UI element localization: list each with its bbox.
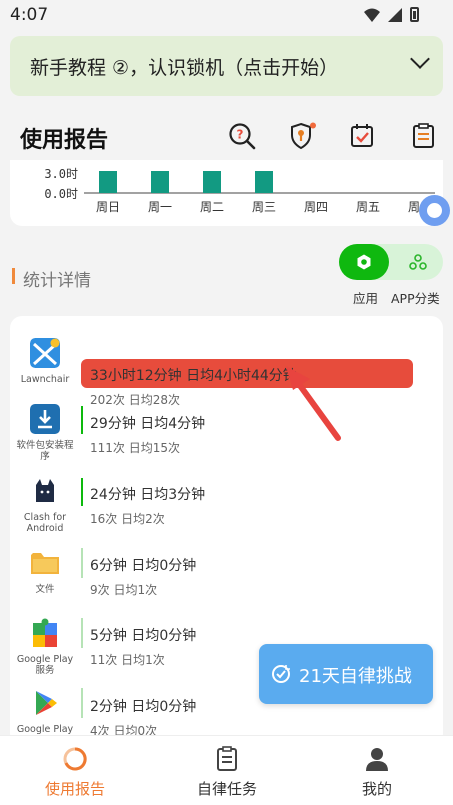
chart-bar xyxy=(151,171,169,193)
challenge-button[interactable]: 21天自律挑战 xyxy=(259,644,433,704)
app-name: Clash for Android xyxy=(23,512,67,534)
weekly-usage-chart: 3.0时0.0时周日周一周二周三周四周五周六 xyxy=(10,160,443,226)
calendar-check-icon[interactable] xyxy=(349,122,377,150)
usage-count: 16次 日均2次 xyxy=(90,512,165,526)
list-item[interactable]: Clash for Android 24分钟 日均3分钟 16次 日均2次 xyxy=(10,476,443,546)
app-name: Google Play 服务 xyxy=(16,654,74,676)
x-tick-label: 周三 xyxy=(252,200,276,214)
help-search-icon[interactable]: ? xyxy=(228,122,256,150)
tutorial-text: 新手教程 ②，认识锁机（点击开始） xyxy=(30,57,339,79)
report-ring-icon xyxy=(63,747,87,771)
clipboard-list-icon[interactable] xyxy=(410,122,438,150)
app-name: Google Play xyxy=(16,724,74,735)
section-title: 统计详情 xyxy=(23,271,91,291)
nav-self-discipline-tasks[interactable]: 自律任务 xyxy=(167,736,287,805)
toggle-category-label: APP分类 xyxy=(391,291,440,306)
chevron-down-icon[interactable] xyxy=(410,49,430,69)
usage-time: 6分钟 日均0分钟 xyxy=(90,558,197,574)
list-item[interactable]: 文件 6分钟 日均0分钟 9次 日均1次 xyxy=(10,548,443,618)
wifi-icon xyxy=(364,8,380,22)
status-bar: 4:07 xyxy=(0,0,453,32)
section-accent-bar xyxy=(12,268,15,284)
x-tick-label: 周二 xyxy=(200,200,224,214)
usage-count: 11次 日均1次 xyxy=(90,653,165,667)
nav-profile[interactable]: 我的 xyxy=(317,736,437,805)
x-tick-label: 周一 xyxy=(148,200,172,214)
nav-label: 我的 xyxy=(361,780,392,798)
bottom-navigation: 使用报告 自律任务 我的 xyxy=(0,735,453,805)
y-tick-label: 3.0时 xyxy=(44,167,78,181)
usage-count: 9次 日均1次 xyxy=(90,583,158,597)
x-tick-label: 周日 xyxy=(96,200,120,214)
usage-indicator-line xyxy=(81,688,83,718)
folder-icon xyxy=(31,553,59,574)
usage-indicator-line xyxy=(81,478,83,506)
signal-icon xyxy=(388,7,402,22)
usage-time: 2分钟 日均0分钟 xyxy=(90,699,197,715)
clipboard-icon xyxy=(217,746,237,771)
app-name: 文件 xyxy=(35,584,55,595)
x-tick-label: 周五 xyxy=(356,200,380,214)
battery-icon xyxy=(410,7,419,22)
stats-section-header: 统计详情 应用 APP分类 xyxy=(10,244,443,306)
svg-text:?: ? xyxy=(237,128,244,142)
usage-time: 24分钟 日均3分钟 xyxy=(90,487,206,503)
chart-bar xyxy=(255,171,273,193)
chart-svg: 3.0时0.0时周日周一周二周三周四周五周六 xyxy=(44,167,435,214)
y-tick-label: 0.0时 xyxy=(44,187,78,201)
status-time: 4:07 xyxy=(10,5,49,25)
usage-indicator-line xyxy=(81,548,83,578)
nav-label: 自律任务 xyxy=(196,780,257,798)
challenge-label: 21天自律挑战 xyxy=(299,666,412,687)
arrow-icon xyxy=(286,366,341,441)
page-title: 使用报告 xyxy=(20,128,109,153)
view-toggle[interactable] xyxy=(339,244,443,280)
nav-usage-report[interactable]: 使用报告 xyxy=(15,736,135,805)
puzzle-app-icon xyxy=(33,618,57,647)
play-store-icon xyxy=(36,691,57,715)
chart-bar xyxy=(99,171,117,193)
page-header: 使用报告 ? xyxy=(0,110,453,160)
tutorial-banner[interactable]: 新手教程 ②，认识锁机（点击开始） xyxy=(10,36,443,96)
cat-app-icon xyxy=(36,479,54,502)
nav-label: 使用报告 xyxy=(44,780,105,798)
floating-assist-button[interactable] xyxy=(419,195,450,226)
user-icon xyxy=(366,748,388,771)
target-check-icon xyxy=(272,665,290,683)
category-circles-icon[interactable] xyxy=(409,254,427,270)
usage-time: 5分钟 日均0分钟 xyxy=(90,628,197,644)
x-tick-label: 周四 xyxy=(304,200,328,214)
toggle-app-option[interactable] xyxy=(339,244,389,280)
toggle-app-label: 应用 xyxy=(353,291,379,306)
shield-key-icon[interactable] xyxy=(289,122,317,150)
usage-indicator-line xyxy=(81,618,83,648)
chart-bar xyxy=(203,171,221,193)
hexagon-icon xyxy=(357,254,371,270)
